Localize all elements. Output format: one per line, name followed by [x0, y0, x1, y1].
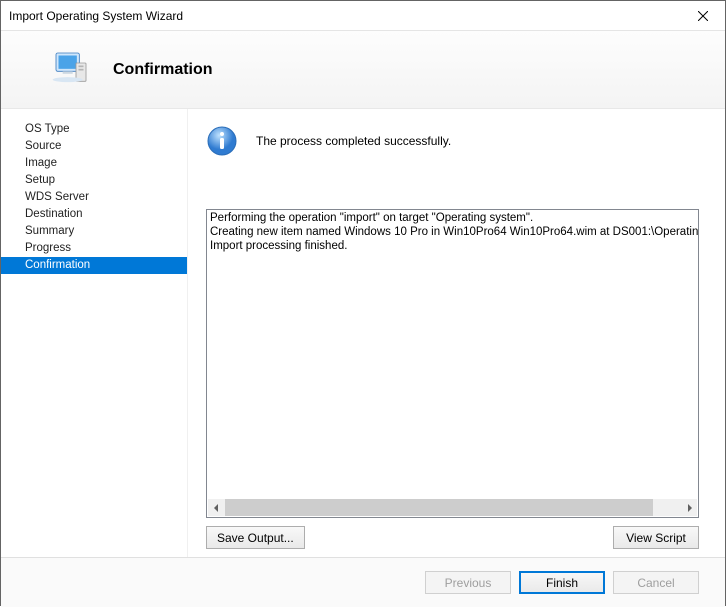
scroll-track[interactable]: [225, 499, 680, 516]
chevron-left-icon: [213, 504, 221, 512]
close-button[interactable]: [680, 1, 725, 30]
sidebar-item-destination[interactable]: Destination: [1, 206, 187, 223]
scroll-right-arrow[interactable]: [680, 499, 697, 516]
log-output[interactable]: Performing the operation "import" on tar…: [206, 209, 699, 518]
close-icon: [698, 11, 708, 21]
log-line: Creating new item named Windows 10 Pro i…: [210, 225, 698, 239]
sidebar-item-setup[interactable]: Setup: [1, 172, 187, 189]
wizard-main-panel: The process completed successfully. Perf…: [187, 109, 725, 557]
sidebar-item-os-type[interactable]: OS Type: [1, 121, 187, 138]
save-output-button[interactable]: Save Output...: [206, 526, 305, 549]
sidebar-item-confirmation[interactable]: Confirmation: [1, 257, 187, 274]
sidebar-item-progress[interactable]: Progress: [1, 240, 187, 257]
sidebar-item-wds-server[interactable]: WDS Server: [1, 189, 187, 206]
log-line: Performing the operation "import" on tar…: [210, 211, 698, 225]
sidebar-item-source[interactable]: Source: [1, 138, 187, 155]
wizard-window: Import Operating System Wizard Confirmat…: [0, 0, 726, 606]
page-title: Confirmation: [113, 61, 213, 79]
log-line: Import processing finished.: [210, 239, 698, 253]
horizontal-scrollbar[interactable]: [208, 499, 697, 516]
chevron-right-icon: [685, 504, 693, 512]
previous-button: Previous: [425, 571, 511, 594]
computer-icon: [51, 48, 91, 91]
wizard-header: Confirmation: [1, 31, 725, 109]
status-row: The process completed successfully.: [206, 121, 699, 161]
sidebar-item-summary[interactable]: Summary: [1, 223, 187, 240]
scroll-left-arrow[interactable]: [208, 499, 225, 516]
info-icon: [206, 125, 238, 157]
window-title: Import Operating System Wizard: [9, 9, 183, 23]
log-button-row: Save Output... View Script: [206, 526, 699, 549]
cancel-button: Cancel: [613, 571, 699, 594]
titlebar: Import Operating System Wizard: [1, 1, 725, 31]
wizard-steps-sidebar: OS Type Source Image Setup WDS Server De…: [1, 109, 187, 557]
wizard-footer: Previous Finish Cancel: [1, 557, 725, 607]
view-script-button[interactable]: View Script: [613, 526, 699, 549]
log-content: Performing the operation "import" on tar…: [210, 211, 698, 499]
scroll-thumb[interactable]: [225, 499, 653, 516]
status-text: The process completed successfully.: [256, 134, 451, 148]
finish-button[interactable]: Finish: [519, 571, 605, 594]
sidebar-item-image[interactable]: Image: [1, 155, 187, 172]
